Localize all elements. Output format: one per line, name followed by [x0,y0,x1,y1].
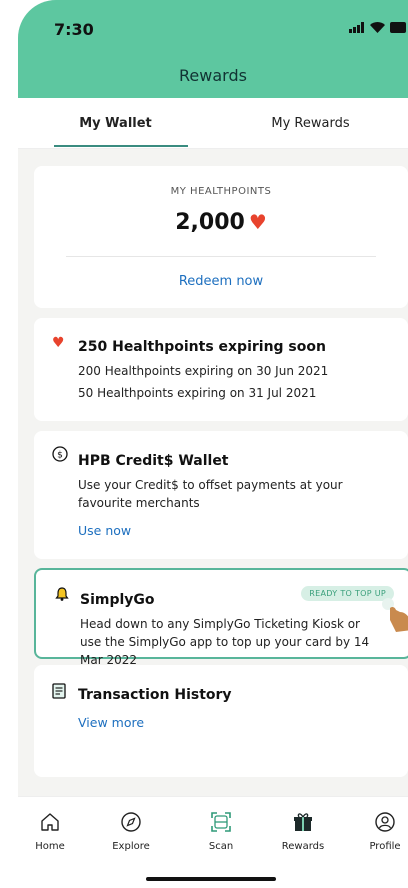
nav-home[interactable]: Home [18,811,85,852]
nav-rewards-label: Rewards [281,841,325,852]
healthpoints-card: MY HEALTHPOINTS 2,000 ♥ Redeem now [34,166,408,308]
use-now-link[interactable]: Use now [78,523,131,538]
app-header: 7:30 Rewards [18,0,408,98]
credit-line-2: favourite merchants [78,496,200,510]
credit-line-1: Use your Credit$ to offset payments at y… [78,478,343,492]
scan-icon [211,812,231,832]
nav-explore[interactable]: Explore [96,811,166,852]
page-title: Rewards [179,66,247,85]
home-indicator [146,877,276,881]
heart-icon: ♥ [52,335,65,351]
tap-hand-icon [382,598,408,632]
active-tab-indicator [54,145,188,147]
view-more-link[interactable]: View more [78,715,144,730]
simplygo-card[interactable]: SimplyGo READY TO TOP UP Head down to an… [34,568,408,667]
expiring-line-1: 200 Healthpoints expiring on 30 Jun 2021 [78,364,329,378]
credit-wallet-card: $ HPB Credit$ Wallet Use your Credit$ to… [34,431,408,559]
nav-scan-label: Scan [208,841,234,852]
profile-icon [375,812,395,832]
simplygo-title: SimplyGo [80,592,155,608]
redeem-now-link[interactable]: Redeem now [34,274,408,289]
bell-icon [55,587,69,601]
nav-scan[interactable]: Scan [186,811,256,852]
ready-badge: READY TO TOP UP [301,586,394,601]
gift-icon [294,813,312,831]
healthpoints-value-row: 2,000 ♥ [34,210,408,235]
nav-profile[interactable]: Profile [350,811,408,852]
bottom-nav: Home Explore Scan Rewards Profile [18,796,408,888]
tab-my-wallet[interactable]: My Wallet [18,98,213,148]
simplygo-line-1: Head down to any SimplyGo Ticketing Kios… [80,617,360,631]
expiring-title: 250 Healthpoints expiring soon [78,339,326,355]
expiring-line-2: 50 Healthpoints expiring on 31 Jul 2021 [78,386,317,400]
nav-rewards[interactable]: Rewards [268,811,338,852]
nav-profile-label: Profile [369,841,401,852]
compass-icon [121,812,141,832]
signal-icon [349,22,364,33]
wifi-icon [370,22,385,33]
expiring-card[interactable]: ♥ 250 Healthpoints expiring soon 200 Hea… [34,318,408,421]
healthpoints-value: 2,000 [175,210,245,235]
nav-explore-label: Explore [112,841,150,852]
dollar-icon: $ [52,446,68,462]
svg-text:$: $ [57,451,63,461]
status-time: 7:30 [54,20,94,39]
tab-my-rewards[interactable]: My Rewards [213,98,408,148]
heart-icon: ♥ [248,210,267,234]
receipt-icon [52,683,66,699]
divider [66,256,376,257]
status-icons [349,22,406,33]
simplygo-line-2: use the SimplyGo app to top up your card… [80,635,370,649]
battery-icon [390,22,406,33]
transaction-history-card: Transaction History View more [34,665,408,777]
home-icon [41,813,59,831]
credit-title: HPB Credit$ Wallet [78,453,229,469]
tab-bar: My Wallet My Rewards [18,98,408,149]
transaction-title: Transaction History [78,687,232,703]
phone-screen: 7:30 Rewards My Wallet My Rewards MY HEA… [18,0,408,888]
nav-home-label: Home [35,841,65,852]
healthpoints-label: MY HEALTHPOINTS [170,186,272,197]
